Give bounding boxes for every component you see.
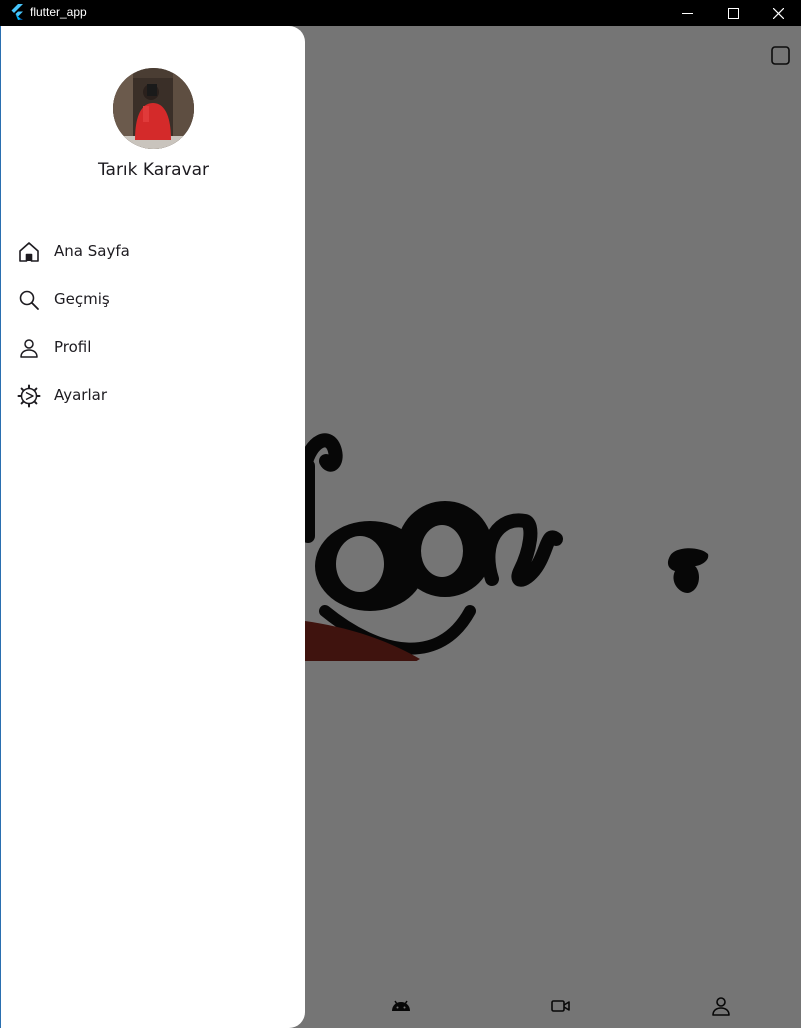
maximize-button[interactable] <box>710 0 756 26</box>
user-avatar-photo <box>113 68 194 149</box>
minimize-button[interactable] <box>664 0 710 26</box>
menu-item-ayarlar[interactable]: Ayarlar <box>1 372 306 420</box>
menu-item-gecmis[interactable]: Geçmiş <box>1 276 306 324</box>
flutter-logo-icon <box>11 4 23 20</box>
search-icon <box>17 288 41 312</box>
menu-item-label: Profil <box>54 338 92 356</box>
window-title: flutter_app <box>30 5 87 19</box>
menu-item-profil[interactable]: Profil <box>1 324 306 372</box>
minimize-icon <box>681 12 693 14</box>
app-body: Tarık Karavar Ana Sayfa Geçmiş Profil Ay… <box>0 26 801 1028</box>
menu-item-label: Ana Sayfa <box>54 242 130 260</box>
close-icon <box>772 7 784 19</box>
navigation-drawer: Tarık Karavar Ana Sayfa Geçmiş Profil Ay… <box>0 26 305 1028</box>
avatar <box>113 68 194 149</box>
menu-item-ana-sayfa[interactable]: Ana Sayfa <box>1 228 306 276</box>
person-icon <box>17 336 41 360</box>
user-name: Tarık Karavar <box>97 160 210 180</box>
maximize-icon <box>727 7 739 19</box>
menu-item-label: Ayarlar <box>54 386 108 404</box>
drawer-menu: Ana Sayfa Geçmiş Profil Ayarlar <box>1 228 306 420</box>
window-titlebar: flutter_app <box>0 0 801 26</box>
home-icon <box>17 240 41 264</box>
menu-item-label: Geçmiş <box>54 290 110 308</box>
close-button[interactable] <box>755 0 801 26</box>
settings-icon <box>17 384 41 408</box>
